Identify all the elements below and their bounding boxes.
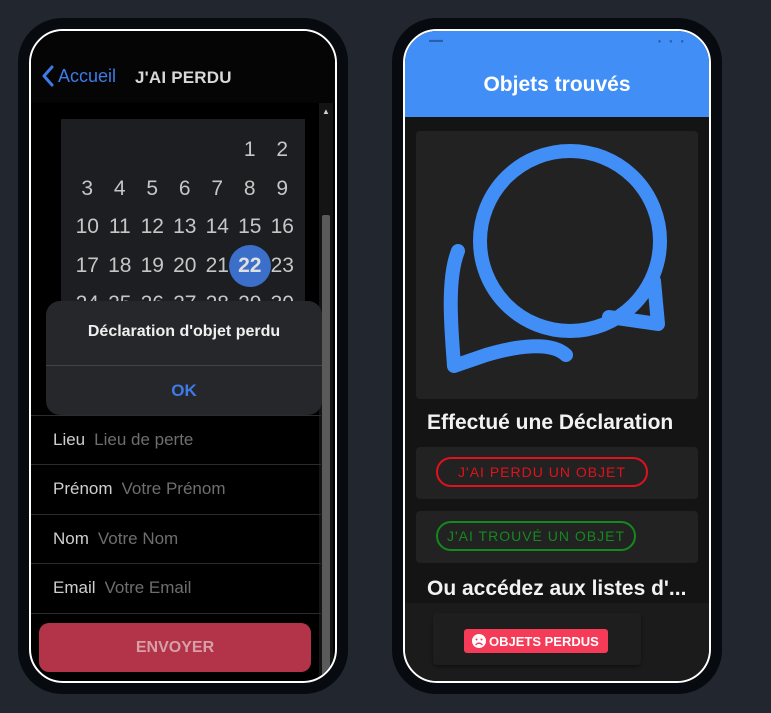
lost-button-card: J'AI PERDU UN OBJET — [416, 447, 698, 499]
calendar-day[interactable]: 15 — [234, 208, 267, 247]
lost-list-card: OBJETS PERDUS — [433, 613, 641, 665]
calendar-day[interactable]: 18 — [104, 247, 137, 286]
calendar-day-number: 2 — [276, 138, 289, 162]
form-row-lieu: Lieu — [31, 415, 321, 464]
app-title: Objets trouvés — [483, 73, 631, 96]
lost-object-button[interactable]: J'AI PERDU UN OBJET — [436, 457, 648, 487]
calendar-day[interactable]: 11 — [104, 208, 137, 247]
form-row-prenom: Prénom — [31, 464, 321, 513]
calendar-day-number: 7 — [211, 176, 224, 200]
calendar-grid: 1234567891011121314151617181920212223242… — [71, 131, 301, 324]
calendar-day-number: 21 — [205, 253, 229, 277]
calendar-day[interactable]: 17 — [71, 247, 104, 286]
calendar-day[interactable]: 3 — [71, 170, 104, 209]
field-label: Lieu — [53, 430, 86, 449]
location-input[interactable] — [94, 430, 265, 450]
calendar-day[interactable]: 16 — [266, 208, 299, 247]
calendar-day[interactable]: 10 — [71, 208, 104, 247]
calendar-day-number: 20 — [173, 253, 197, 277]
calendar-day[interactable]: 4 — [104, 170, 137, 209]
field-label: Nom — [53, 529, 89, 548]
navigation-bar: Accueil J'AI PERDU — [31, 31, 335, 103]
chevron-left-icon — [42, 65, 54, 87]
last-name-input[interactable] — [97, 529, 268, 549]
phone-frame-right: ▬▬ ● ● ● Objets trouvés Effectué une Déc… — [392, 18, 722, 694]
calendar-day-number: 10 — [75, 215, 99, 239]
calendar-day[interactable]: 2 — [266, 131, 299, 170]
app-header: ▬▬ ● ● ● Objets trouvés — [405, 31, 709, 117]
alert-dialog: Déclaration d'objet perdu OK — [46, 301, 322, 415]
calendar-day[interactable]: 6 — [169, 170, 202, 209]
submit-button[interactable]: ENVOYER — [39, 623, 311, 672]
calendar-day-number: 13 — [173, 215, 197, 239]
calendar-day[interactable]: 23 — [266, 247, 299, 286]
date-picker-calendar: 1234567891011121314151617181920212223242… — [61, 119, 305, 315]
home-screen: ▬▬ ● ● ● Objets trouvés Effectué une Déc… — [403, 29, 711, 683]
chat-bubbles-icon — [443, 144, 667, 373]
calendar-day-number: 8 — [243, 176, 256, 200]
scroll-thumb[interactable] — [322, 215, 330, 681]
calendar-day-number: 9 — [276, 176, 289, 200]
calendar-day-number: 12 — [140, 215, 164, 239]
calendar-day-number: 5 — [146, 176, 159, 200]
lists-area: OBJETS PERDUS — [405, 603, 709, 681]
first-name-input[interactable] — [121, 479, 292, 499]
calendar-day[interactable]: 14 — [201, 208, 234, 247]
calendar-day[interactable]: 12 — [136, 208, 169, 247]
phone-frame-left: Accueil J'AI PERDU ▲ 1 2 3 4 5 6 7 8 9 10 11 12 13 14… — [18, 18, 348, 694]
lost-objects-label: OBJETS PERDUS — [489, 633, 599, 649]
found-button-card: J'AI TROUVÉ UN OBJET — [416, 511, 698, 563]
calendar-day-number: 23 — [270, 253, 294, 277]
status-bar-icons: ● ● ● — [657, 39, 687, 45]
calendar-empty-cell — [169, 131, 202, 170]
calendar-day[interactable]: 5 — [136, 170, 169, 209]
lost-form-screen: Accueil J'AI PERDU ▲ 1 2 3 4 5 6 7 8 9 10 11 12 13 14… — [29, 29, 337, 683]
lists-title: Ou accédez aux listes d'... — [427, 577, 687, 600]
calendar-day-number: 11 — [108, 215, 131, 239]
page-title: J'AI PERDU — [135, 68, 232, 87]
calendar-day-number: 14 — [205, 215, 229, 239]
back-button[interactable]: Accueil — [41, 65, 116, 87]
declaration-title: Effectué une Déclaration — [427, 411, 674, 434]
back-label: Accueil — [58, 65, 117, 86]
calendar-empty-cell — [104, 131, 137, 170]
calendar-day[interactable]: 9 — [266, 170, 299, 209]
calendar-day[interactable]: 8 — [234, 170, 267, 209]
form-divider — [31, 613, 321, 614]
alert-ok-button[interactable]: OK — [46, 381, 322, 401]
calendar-day[interactable]: 1 — [234, 131, 267, 170]
field-label: Email — [53, 578, 96, 597]
calendar-empty-cell — [136, 131, 169, 170]
calendar-day[interactable]: 19 — [136, 247, 169, 286]
field-label: Prénom — [53, 479, 113, 498]
scroll-up-arrow-icon[interactable]: ▲ — [319, 107, 333, 116]
calendar-day-number: 22 — [238, 253, 262, 277]
calendar-empty-cell — [71, 131, 104, 170]
calendar-empty-cell — [201, 131, 234, 170]
calendar-day[interactable]: 13 — [169, 208, 202, 247]
calendar-day[interactable]: 7 — [201, 170, 234, 209]
lost-objects-list-button[interactable]: OBJETS PERDUS — [464, 629, 608, 653]
calendar-day-number: 15 — [238, 215, 262, 239]
calendar-day[interactable]: 22 — [228, 244, 271, 287]
email-input[interactable] — [104, 578, 275, 598]
hero-card — [416, 131, 698, 399]
status-bar-time: ▬▬ — [429, 37, 443, 44]
calendar-day-number: 1 — [243, 138, 256, 162]
calendar-day-number: 17 — [75, 253, 99, 277]
calendar-day-number: 3 — [81, 176, 94, 200]
calendar-day-number: 16 — [270, 215, 294, 239]
calendar-day[interactable]: 20 — [169, 247, 202, 286]
alert-title: Déclaration d'objet perdu — [87, 323, 281, 340]
calendar-day-number: 19 — [140, 253, 164, 277]
form-row-email: Email — [31, 563, 321, 612]
calendar-day-number: 6 — [178, 176, 191, 200]
calendar-day-number: 4 — [113, 176, 126, 200]
found-object-button[interactable]: J'AI TROUVÉ UN OBJET — [436, 521, 636, 551]
form-row-nom: Nom — [31, 514, 321, 563]
calendar-day-number: 18 — [108, 253, 132, 277]
alert-divider — [46, 365, 322, 366]
sad-face-icon — [472, 634, 486, 648]
